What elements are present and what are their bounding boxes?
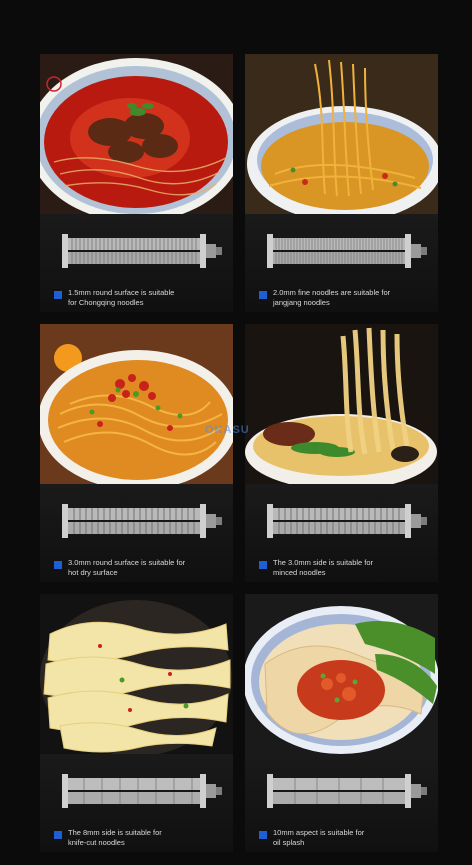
caption-text: 2.0mm fine noodles are suitable for jang…	[273, 288, 391, 307]
cutter-roller-icon	[62, 234, 222, 268]
bullet-marker	[54, 561, 62, 569]
caption: 1.5mm round surface is suitable for Chon…	[54, 288, 227, 307]
card-chongqing: 1.5mm round surface is suitable for Chon…	[40, 54, 233, 312]
dish-photo-chongqing	[40, 54, 233, 214]
caption-text: 3.0mm round surface is suitable for hot …	[68, 558, 186, 577]
cutter-roller-icon	[267, 504, 427, 538]
caption: 10mm aspect is suitable for oil splash	[259, 828, 432, 847]
dish-photo-jangjang	[245, 54, 438, 214]
caption-text: The 3.0mm side is suitable for minced no…	[273, 558, 374, 577]
caption-text: The 8mm side is suitable for knife-cut n…	[68, 828, 162, 847]
bullet-marker	[259, 291, 267, 299]
dish-photo-oil-splash	[245, 594, 438, 754]
watermark-logo: OKASU	[205, 424, 250, 436]
cutter-roller-icon	[267, 234, 427, 268]
bullet-marker	[54, 831, 62, 839]
spec-panel: 3.0mm round surface is suitable for hot …	[40, 484, 233, 582]
caption: The 3.0mm side is suitable for minced no…	[259, 558, 432, 577]
cutter-roller-icon	[62, 774, 222, 808]
card-jangjang: 2.0mm fine noodles are suitable for jang…	[245, 54, 438, 312]
caption: 2.0mm fine noodles are suitable for jang…	[259, 288, 432, 307]
bullet-marker	[54, 291, 62, 299]
card-minced: The 3.0mm side is suitable for minced no…	[245, 324, 438, 582]
caption-text: 1.5mm round surface is suitable for Chon…	[68, 288, 175, 307]
caption: The 8mm side is suitable for knife-cut n…	[54, 828, 227, 847]
card-oil-splash: 10mm aspect is suitable for oil splash	[245, 594, 438, 852]
spec-panel: 2.0mm fine noodles are suitable for jang…	[245, 214, 438, 312]
cutter-roller-icon	[62, 504, 222, 538]
dish-photo-hot-dry	[40, 324, 233, 484]
cutter-roller-icon	[267, 774, 427, 808]
spec-panel: The 3.0mm side is suitable for minced no…	[245, 484, 438, 582]
bullet-marker	[259, 831, 267, 839]
spec-panel: The 8mm side is suitable for knife-cut n…	[40, 754, 233, 852]
bullet-marker	[259, 561, 267, 569]
spec-panel: 1.5mm round surface is suitable for Chon…	[40, 214, 233, 312]
spec-panel: 10mm aspect is suitable for oil splash	[245, 754, 438, 852]
dish-photo-knife-cut	[40, 594, 233, 754]
noodle-cutter-grid: 1.5mm round surface is suitable for Chon…	[40, 54, 438, 852]
caption-text: 10mm aspect is suitable for oil splash	[273, 828, 365, 847]
caption: 3.0mm round surface is suitable for hot …	[54, 558, 227, 577]
card-knife-cut: The 8mm side is suitable for knife-cut n…	[40, 594, 233, 852]
card-hot-dry: 3.0mm round surface is suitable for hot …	[40, 324, 233, 582]
dish-photo-minced	[245, 324, 438, 484]
